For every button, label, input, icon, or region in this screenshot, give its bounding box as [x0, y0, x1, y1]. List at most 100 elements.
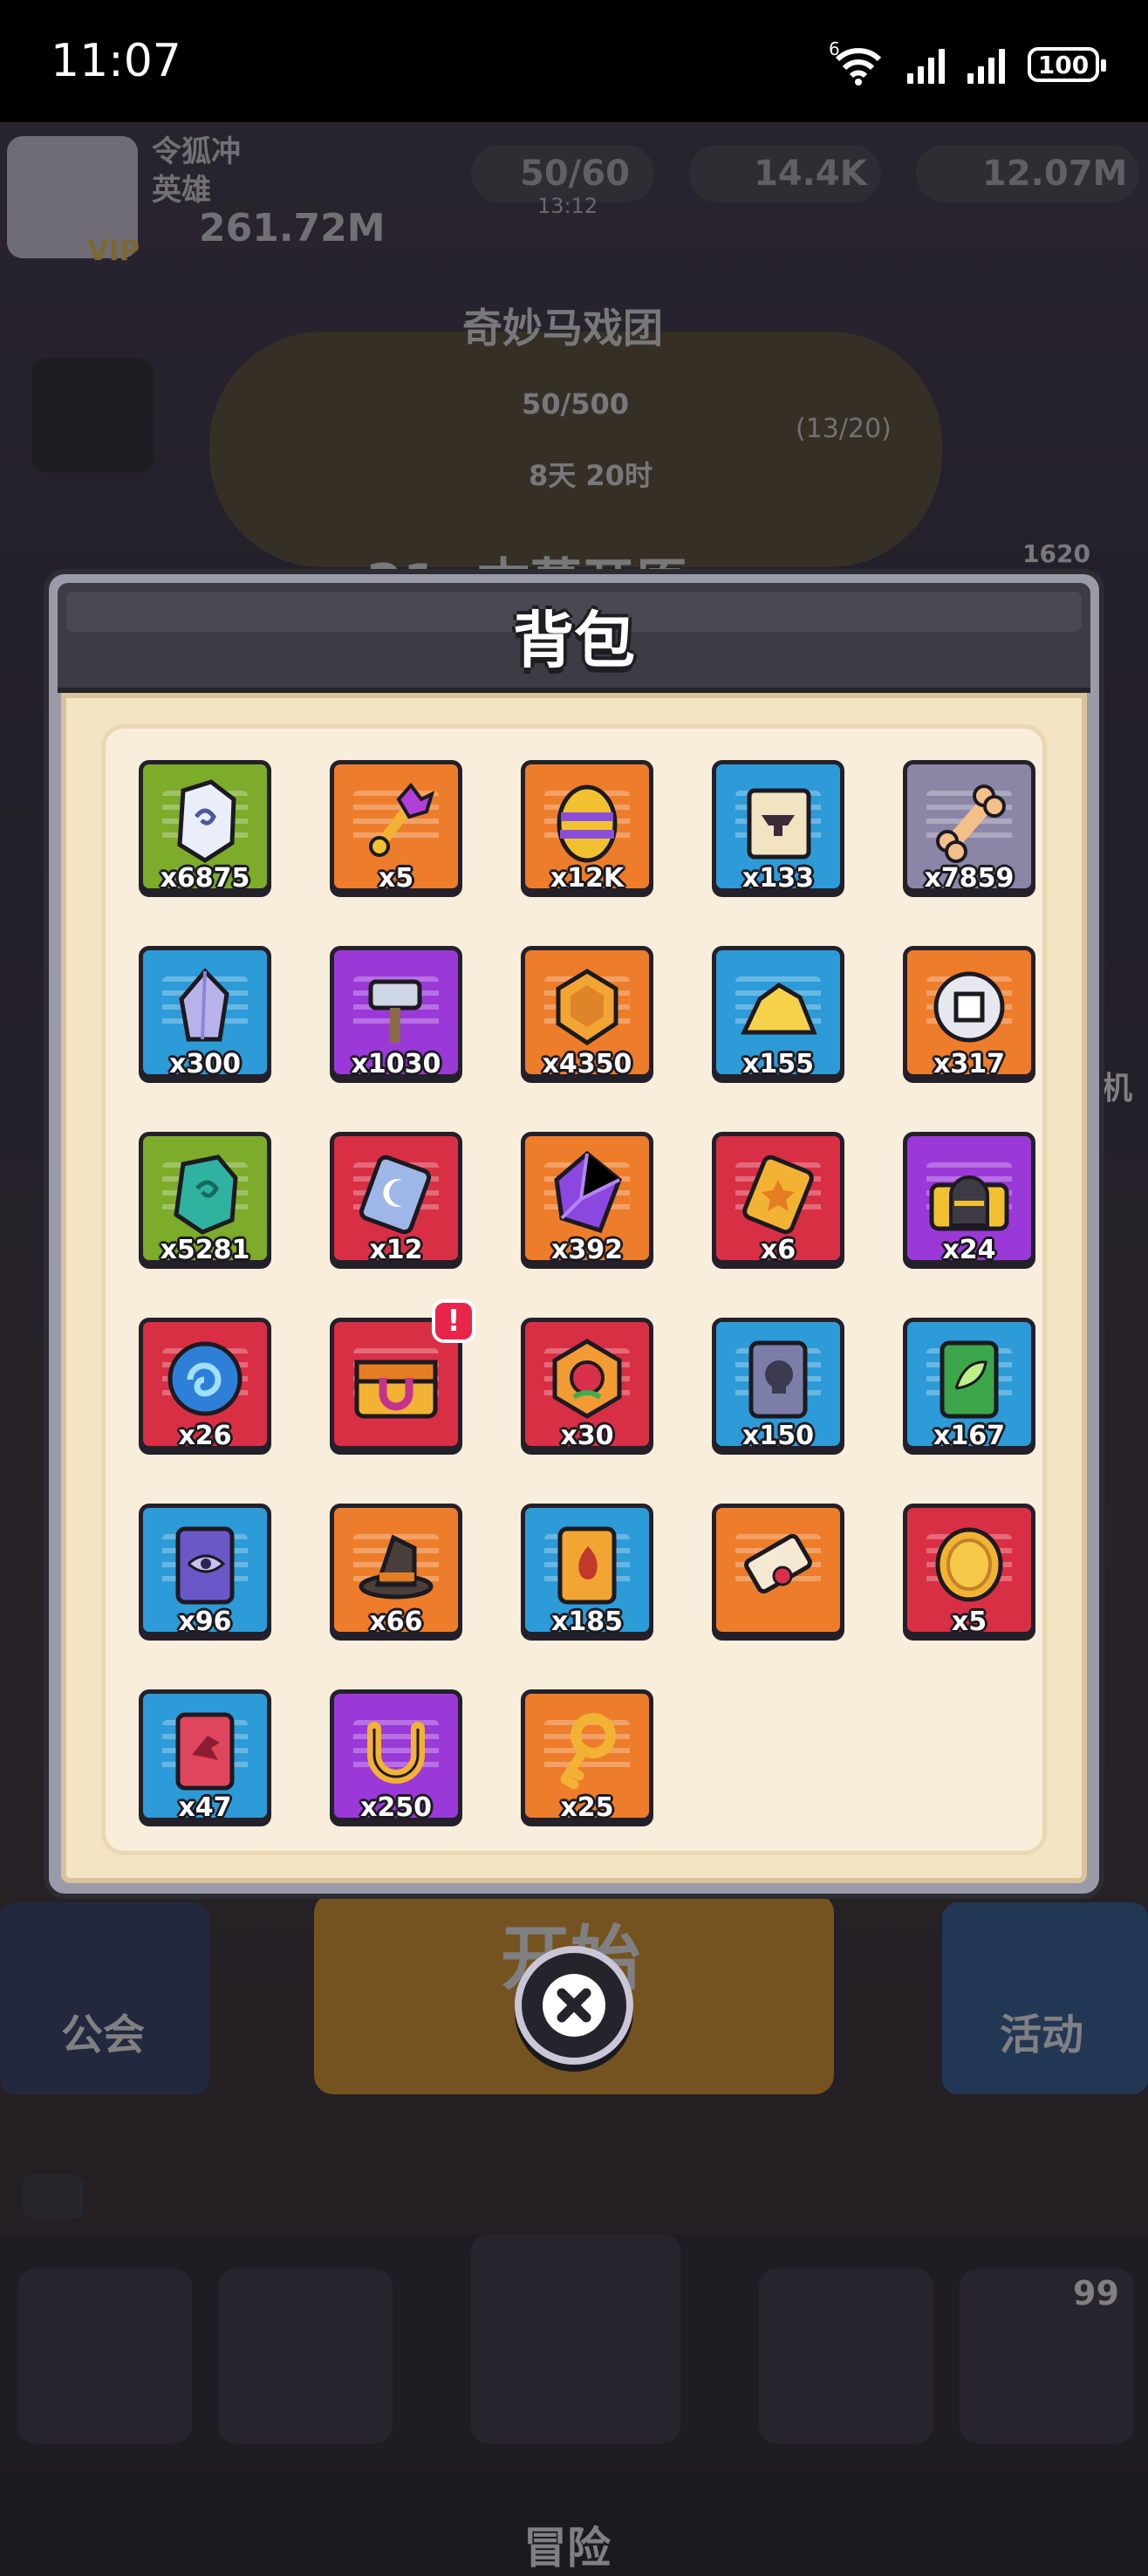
inventory-item[interactable]: x25	[521, 1689, 653, 1823]
item-count: x26	[178, 1421, 232, 1451]
dragon-book-icon	[175, 1712, 235, 1791]
item-count: x6875	[160, 863, 250, 894]
energy-timer: 13:12	[537, 194, 598, 218]
inventory-item[interactable]: x66	[330, 1504, 462, 1637]
star-ticket-icon	[742, 1154, 814, 1235]
nav-shop[interactable]	[17, 2269, 192, 2443]
anvil-scroll-icon	[747, 788, 811, 860]
item-count: x250	[360, 1792, 432, 1823]
event-banner[interactable]	[209, 332, 942, 567]
activity-button[interactable]	[942, 1902, 1148, 2094]
crystal-icon	[179, 968, 229, 1042]
rune-stone-icon	[177, 779, 236, 863]
nav-hero[interactable]	[218, 2269, 393, 2443]
item-count: x392	[551, 1235, 623, 1265]
clock: 11:07	[51, 35, 181, 87]
rose-emblem-icon	[552, 1339, 622, 1419]
item-alert-badge: !	[432, 1299, 475, 1343]
item-count: x185	[551, 1607, 623, 1637]
gold-value: 12.07M	[982, 154, 1128, 194]
event-title: 奇妙马戏团	[462, 305, 663, 352]
vip-label: VIP	[87, 234, 140, 267]
inventory-item[interactable]: x300	[139, 946, 271, 1079]
fire-book-icon	[557, 1526, 617, 1605]
gold-counter[interactable]: 12.07M	[916, 145, 1139, 202]
gem-counter[interactable]: 14.4K	[689, 145, 881, 202]
gold-ore-icon	[741, 983, 817, 1035]
item-count: x25	[560, 1792, 614, 1823]
nav-adventure[interactable]	[471, 2234, 680, 2443]
item-count: x66	[369, 1607, 423, 1637]
horseshoe-icon	[367, 1722, 425, 1784]
guild-button[interactable]	[0, 1902, 209, 2094]
moon-ticket-icon	[359, 1154, 432, 1235]
witch-hat-icon	[359, 1534, 434, 1600]
inventory-item[interactable]: x4350	[521, 946, 653, 1079]
inventory-item[interactable]: x30	[521, 1318, 653, 1451]
magic-key-icon	[369, 782, 435, 857]
inventory-item[interactable]: !	[330, 1299, 475, 1450]
inventory-item[interactable]: x167	[903, 1318, 1035, 1451]
item-count: x133	[742, 863, 814, 894]
eye-book-icon	[175, 1526, 235, 1605]
inventory-item[interactable]: x6875	[139, 760, 271, 894]
inventory-item[interactable]: x24	[903, 1132, 1035, 1265]
event-progress: 50/500	[522, 387, 630, 421]
wifi-icon: 6	[829, 38, 885, 86]
dialog-header: 背包	[58, 583, 1090, 693]
bone-icon	[936, 784, 1006, 863]
inventory-item[interactable]: x12K	[521, 760, 653, 894]
dialog-title: 背包	[513, 604, 635, 676]
jade-stone-icon	[174, 1154, 238, 1235]
inventory-item[interactable]: x26	[139, 1318, 271, 1451]
inventory-item[interactable]: x5	[903, 1504, 1035, 1637]
side-label-1: 机	[1101, 1071, 1133, 1106]
inventory-item[interactable]: x250	[330, 1689, 462, 1823]
item-count: x150	[742, 1421, 814, 1451]
swirl-orb-icon	[167, 1341, 243, 1416]
inventory-item[interactable]: x7859	[903, 760, 1035, 894]
stage-score: 1620	[1022, 539, 1090, 568]
items-grid: x6875 x5 x12K x133 x7859 x300 x1030 x4350 x155 x3…	[101, 724, 1047, 1855]
inventory-item[interactable]: x185	[521, 1504, 653, 1637]
item-count: x12K	[550, 863, 625, 894]
inventory-item[interactable]: x12	[330, 1132, 462, 1265]
inventory-item[interactable]: x5	[330, 760, 462, 894]
item-count: x317	[933, 1049, 1005, 1079]
menu-button[interactable]	[31, 358, 154, 473]
item-count: x12	[369, 1235, 423, 1265]
golden-key-icon	[560, 1713, 616, 1790]
leaf-book-icon	[940, 1340, 999, 1419]
inventory-item[interactable]: x47	[139, 1689, 271, 1823]
silver-coin-icon	[933, 971, 1005, 1043]
inventory-item[interactable]: x5281	[139, 1132, 271, 1265]
item-count: x155	[742, 1049, 814, 1079]
wifi-generation-label: 6	[829, 38, 840, 59]
item-count: x6	[760, 1235, 796, 1265]
item-count: x24	[942, 1235, 996, 1265]
scroll-icon	[744, 1533, 812, 1594]
inventory-item[interactable]	[712, 1504, 844, 1636]
item-count: x4350	[542, 1049, 632, 1079]
inventory-item[interactable]: x150	[712, 1318, 844, 1451]
nav-chest-count: 99	[1073, 2274, 1119, 2312]
inventory-item[interactable]: x133	[712, 760, 844, 894]
guild-label: 公会	[61, 2011, 146, 2059]
inventory-item[interactable]: x392	[521, 1132, 653, 1265]
item-count: x7859	[924, 863, 1015, 894]
inventory-item[interactable]: x6	[712, 1132, 844, 1265]
hex-medal-icon	[556, 969, 618, 1046]
chat-icon[interactable]	[23, 2175, 84, 2218]
inventory-item[interactable]: x1030	[330, 946, 462, 1079]
signal-icon-1	[907, 45, 945, 84]
inventory-item[interactable]: x317	[903, 946, 1035, 1079]
event-counter: (13/20)	[796, 414, 892, 444]
close-button[interactable]	[515, 1946, 633, 2065]
nav-upgrade[interactable]	[759, 2269, 933, 2443]
inventory-item[interactable]: x96	[139, 1504, 271, 1637]
inventory-item[interactable]: x155	[712, 946, 844, 1079]
gold-coin-icon	[935, 1527, 1003, 1602]
activity-label: 活动	[1000, 2011, 1084, 2059]
hammer-icon	[368, 979, 422, 1043]
item-count: x96	[178, 1607, 232, 1637]
